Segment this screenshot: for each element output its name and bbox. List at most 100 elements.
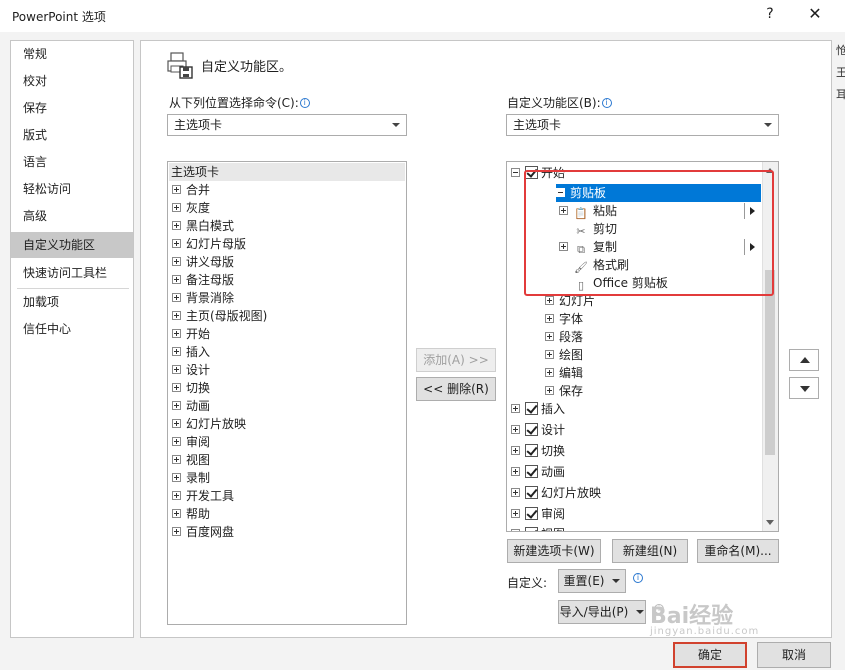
info-icon[interactable]: i (633, 573, 643, 583)
checkbox[interactable] (525, 166, 538, 179)
checkbox[interactable] (525, 486, 538, 499)
tree-item-group[interactable]: 幻灯片 (545, 292, 595, 310)
list-item[interactable]: 百度网盘 (172, 523, 234, 541)
scroll-up-icon[interactable] (766, 168, 774, 173)
ribbon-tabs-select[interactable]: 主选项卡 (506, 114, 779, 136)
expand-icon[interactable] (172, 455, 181, 464)
tree-item-tab[interactable]: 幻灯片放映 (511, 484, 601, 502)
move-down-button[interactable] (789, 377, 819, 399)
cancel-button[interactable]: 取消 (757, 642, 831, 668)
tree-item-clipboard[interactable]: 剪贴板 (556, 184, 761, 202)
checkbox[interactable] (525, 527, 538, 531)
tree-item-tab[interactable]: 插入 (511, 400, 565, 418)
close-button[interactable]: ✕ (800, 4, 830, 23)
tree-item-tab[interactable]: 审阅 (511, 505, 565, 523)
list-item[interactable]: 主页(母版视图) (172, 307, 267, 325)
list-item[interactable]: 帮助 (172, 505, 210, 523)
tree-item-tab[interactable]: 视图 (511, 525, 565, 531)
expand-icon[interactable] (511, 488, 520, 497)
info-icon[interactable]: i (601, 98, 612, 108)
collapse-icon[interactable] (511, 168, 520, 177)
tree-item-group[interactable]: 编辑 (545, 364, 583, 382)
nav-item-add-ins[interactable]: 加载项 (11, 289, 133, 315)
list-item[interactable]: 讲义母版 (172, 253, 234, 271)
commands-list[interactable]: 主选项卡 合并 灰度 黑白模式 幻灯片母版 讲义母版 备注母版 背景消除 主页(… (167, 161, 407, 625)
add-button[interactable]: 添加(A) >> (416, 348, 496, 372)
reset-button[interactable]: 重置(E) (558, 569, 626, 593)
list-item[interactable]: 动画 (172, 397, 210, 415)
chevron-right-icon[interactable] (750, 243, 755, 251)
list-item[interactable]: 录制 (172, 469, 210, 487)
info-icon[interactable]: i (299, 98, 310, 108)
list-item[interactable]: 视图 (172, 451, 210, 469)
expand-icon[interactable] (511, 509, 520, 518)
expand-icon[interactable] (172, 329, 181, 338)
scroll-thumb[interactable] (765, 270, 775, 455)
ok-button[interactable]: 确定 (673, 642, 747, 668)
checkbox[interactable] (525, 423, 538, 436)
expand-icon[interactable] (172, 239, 181, 248)
move-up-button[interactable] (789, 349, 819, 371)
expand-icon[interactable] (545, 314, 554, 323)
tree-item-format-painter[interactable]: 🖌 格式刷 (559, 256, 759, 274)
nav-item-quick-access-toolbar[interactable]: 快速访问工具栏 (11, 260, 133, 286)
expand-icon[interactable] (172, 401, 181, 410)
tree-item-paste[interactable]: 📋 粘贴 (559, 202, 759, 220)
list-item[interactable]: 幻灯片母版 (172, 235, 246, 253)
ribbon-tree[interactable]: 开始 剪贴板 📋 粘贴 ✂ 剪切 ⧉ 复制 🖌 格式刷 ▯ Office 剪贴板 幻灯片 … (506, 161, 779, 532)
rename-button[interactable]: 重命名(M)... (697, 539, 779, 563)
expand-icon[interactable] (172, 437, 181, 446)
list-item[interactable]: 审阅 (172, 433, 210, 451)
import-export-button[interactable]: 导入/导出(P) (558, 600, 646, 624)
expand-icon[interactable] (559, 206, 568, 215)
expand-icon[interactable] (172, 203, 181, 212)
tree-item-tab[interactable]: 切换 (511, 442, 565, 460)
nav-item-accessibility[interactable]: 轻松访问 (11, 176, 133, 202)
expand-icon[interactable] (172, 293, 181, 302)
nav-item-save[interactable]: 保存 (11, 95, 133, 121)
expand-icon[interactable] (172, 419, 181, 428)
remove-button[interactable]: << 删除(R) (416, 377, 496, 401)
nav-item-trust-center[interactable]: 信任中心 (11, 316, 133, 342)
expand-icon[interactable] (172, 491, 181, 500)
list-item[interactable]: 开发工具 (172, 487, 234, 505)
expand-icon[interactable] (172, 365, 181, 374)
tree-item-tab[interactable]: 设计 (511, 421, 565, 439)
list-item[interactable]: 备注母版 (172, 271, 234, 289)
tree-item-copy[interactable]: ⧉ 复制 (559, 238, 759, 256)
expand-icon[interactable] (172, 221, 181, 230)
list-item[interactable]: 切换 (172, 379, 210, 397)
list-item[interactable]: 设计 (172, 361, 210, 379)
expand-icon[interactable] (172, 473, 181, 482)
expand-icon[interactable] (172, 509, 181, 518)
checkbox[interactable] (525, 402, 538, 415)
commands-source-select[interactable]: 主选项卡 (167, 114, 407, 136)
tree-item-group[interactable]: 字体 (545, 310, 583, 328)
list-item[interactable]: 幻灯片放映 (172, 415, 246, 433)
list-item[interactable]: 开始 (172, 325, 210, 343)
expand-icon[interactable] (511, 529, 520, 531)
expand-icon[interactable] (172, 275, 181, 284)
expand-icon[interactable] (172, 383, 181, 392)
expand-icon[interactable] (511, 446, 520, 455)
tree-item-tab[interactable]: 动画 (511, 463, 565, 481)
expand-icon[interactable] (172, 527, 181, 536)
tree-item-office-clipboard[interactable]: ▯ Office 剪贴板 (559, 274, 759, 292)
tree-item-group[interactable]: 保存 (545, 382, 583, 400)
tree-item-start[interactable]: 开始 (511, 164, 565, 182)
chevron-right-icon[interactable] (750, 207, 755, 215)
nav-item-proofing[interactable]: 校对 (11, 68, 133, 94)
scroll-down-icon[interactable] (766, 520, 774, 525)
new-tab-button[interactable]: 新建选项卡(W) (507, 539, 601, 563)
expand-icon[interactable] (559, 242, 568, 251)
expand-icon[interactable] (545, 350, 554, 359)
list-item[interactable]: 灰度 (172, 199, 210, 217)
expand-icon[interactable] (172, 257, 181, 266)
expand-icon[interactable] (545, 368, 554, 377)
expand-icon[interactable] (511, 425, 520, 434)
expand-icon[interactable] (172, 185, 181, 194)
checkbox[interactable] (525, 444, 538, 457)
tree-item-cut[interactable]: ✂ 剪切 (559, 220, 759, 238)
help-button[interactable]: ? (762, 6, 778, 22)
nav-item-customize-ribbon[interactable]: 自定义功能区 (11, 232, 133, 258)
